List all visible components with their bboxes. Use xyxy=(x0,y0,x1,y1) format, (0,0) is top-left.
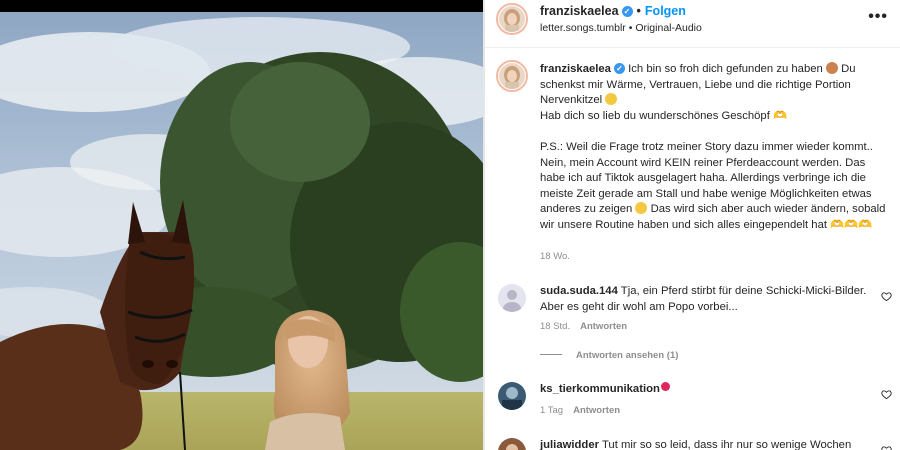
comment-username[interactable]: suda.suda.144 xyxy=(540,285,618,297)
commenter-avatar[interactable] xyxy=(498,382,526,410)
view-replies-button[interactable]: Antworten ansehen (1) xyxy=(540,350,678,361)
like-heart-icon[interactable] xyxy=(881,389,892,400)
author-avatar[interactable] xyxy=(496,3,528,35)
verified-badge-icon: ✓ xyxy=(621,6,633,17)
reply-button[interactable]: Antworten xyxy=(580,321,627,332)
caption-username[interactable]: franziskaelea xyxy=(540,63,611,75)
comment-text: suda.suda.144 Tja, ein Pferd stirbt für … xyxy=(540,284,870,315)
reply-button[interactable]: Antworten xyxy=(573,405,620,416)
comment-meta: 1 Tag Antworten xyxy=(540,405,620,416)
more-options-icon[interactable]: ••• xyxy=(868,8,888,26)
commenter-avatar[interactable] xyxy=(498,438,526,450)
comment-time: 1 Tag xyxy=(540,405,564,416)
author-username[interactable]: franziskaelea xyxy=(540,4,619,18)
audio-link[interactable]: Original-Audio xyxy=(635,22,702,34)
heart-emoji-icon xyxy=(660,382,670,391)
post-location[interactable]: letter.songs.tumblr xyxy=(540,22,626,34)
follow-button[interactable]: Folgen xyxy=(645,4,686,18)
caption-timestamp: 18 Wo. xyxy=(540,251,570,262)
dot-separator: • xyxy=(636,4,641,18)
comment-body: Tut mir so so leid, dass ihr nur so weni… xyxy=(601,439,852,450)
comment-username[interactable]: juliawidder xyxy=(540,439,599,450)
like-heart-icon[interactable] xyxy=(881,445,892,450)
verified-badge-icon: ✓ xyxy=(613,63,625,74)
post-photo xyxy=(0,12,483,450)
caption-line-1: Ich bin so froh dich gefunden zu haben xyxy=(628,63,823,75)
comment-meta: 18 Std. Antworten xyxy=(540,321,627,332)
comment-text: ks_tierkommunikation xyxy=(540,382,870,398)
post-details-panel: franziskaelea ✓ • Folgen letter.songs.tumbl… xyxy=(485,0,900,450)
caption-text: franziskaelea ✓ Ich bin so froh dich gefu… xyxy=(540,62,890,234)
crying-emoji-icon xyxy=(635,202,648,215)
comment-username[interactable]: ks_tierkommunikation xyxy=(540,383,660,395)
commenter-avatar[interactable] xyxy=(498,284,526,312)
caption-line-2: Hab dich so lieb du wunderschönes Geschö… xyxy=(540,109,788,122)
grimace-emoji-icon xyxy=(605,93,618,106)
comment-time: 18 Std. xyxy=(540,321,571,332)
comment-text: juliawidder Tut mir so so leid, dass ihr… xyxy=(540,438,870,450)
post-media[interactable] xyxy=(0,0,483,450)
like-heart-icon[interactable] xyxy=(881,291,892,302)
woman-emoji-icon xyxy=(825,62,838,74)
media-top-bar xyxy=(0,0,483,12)
caption-avatar[interactable] xyxy=(496,60,528,92)
post-header: franziskaelea ✓ • Folgen letter.songs.tumbl… xyxy=(485,0,900,48)
replies-line xyxy=(540,354,562,355)
view-replies-label: Antworten ansehen (1) xyxy=(576,350,679,361)
